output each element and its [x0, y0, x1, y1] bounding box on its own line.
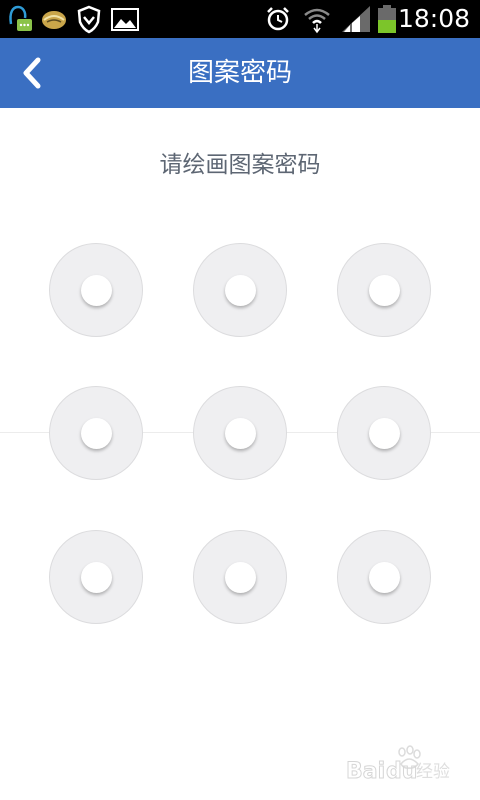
- pattern-node[interactable]: [337, 530, 431, 624]
- pattern-node-dot: [369, 418, 400, 449]
- pattern-node-dot: [81, 275, 112, 306]
- svg-text:du: du: [386, 759, 417, 782]
- pattern-lock-grid[interactable]: [0, 0, 480, 800]
- pattern-node[interactable]: [49, 243, 143, 337]
- pattern-node-dot: [81, 562, 112, 593]
- pattern-node[interactable]: [193, 386, 287, 480]
- pattern-node-dot: [225, 275, 256, 306]
- pattern-node[interactable]: [193, 243, 287, 337]
- pattern-node-dot: [369, 275, 400, 306]
- svg-text:Bai: Bai: [346, 759, 385, 782]
- pattern-node[interactable]: [193, 530, 287, 624]
- pattern-node-dot: [81, 418, 112, 449]
- svg-text:经验: 经验: [416, 762, 450, 782]
- pattern-node-dot: [225, 562, 256, 593]
- pattern-node[interactable]: [337, 243, 431, 337]
- pattern-node-dot: [369, 562, 400, 593]
- pattern-node[interactable]: [49, 386, 143, 480]
- pattern-node[interactable]: [49, 530, 143, 624]
- pattern-node[interactable]: [337, 386, 431, 480]
- baidu-watermark: Bai du 经验: [346, 745, 450, 782]
- pattern-node-dot: [225, 418, 256, 449]
